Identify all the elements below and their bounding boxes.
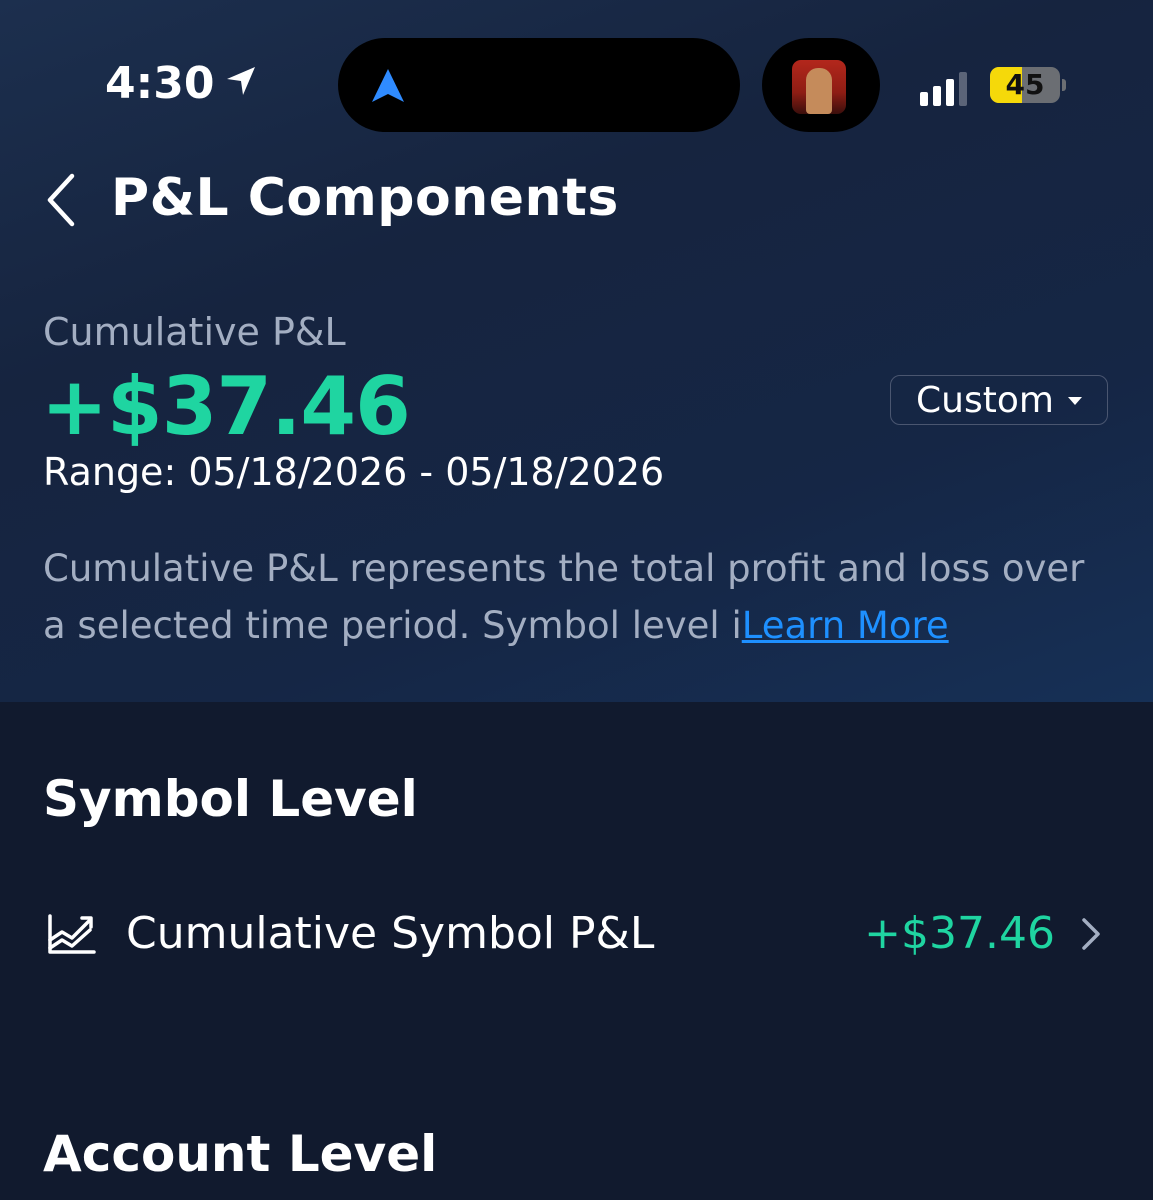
chevron-right-icon [1080, 916, 1102, 956]
cumulative-pnl-label: Cumulative P&L [43, 310, 346, 354]
back-button[interactable] [40, 170, 84, 230]
pnl-components-screen: 4:30 45 P&L Components Cumulative P&L +$… [0, 0, 1153, 1200]
now-playing-bubble[interactable] [762, 38, 880, 132]
caret-down-icon [1067, 397, 1082, 405]
symbol-level-heading: Symbol Level [43, 770, 418, 828]
battery-percent: 45 [1005, 68, 1045, 101]
account-level-heading: Account Level [43, 1125, 438, 1183]
location-arrow-icon [224, 58, 258, 109]
battery-icon: 45 [990, 67, 1066, 103]
status-time: 4:30 [105, 58, 258, 109]
date-range-text: Range: 05/18/2026 - 05/18/2026 [43, 450, 665, 494]
range-period-dropdown[interactable]: Custom [890, 375, 1108, 425]
summary-panel: 4:30 45 P&L Components Cumulative P&L +$… [0, 0, 1153, 702]
dynamic-island[interactable] [338, 38, 740, 132]
range-period-selected: Custom [916, 379, 1054, 421]
chevron-left-icon [47, 173, 75, 227]
navigation-arrow-icon [368, 66, 408, 110]
cellular-signal-icon [920, 72, 967, 106]
page-title: P&L Components [111, 168, 619, 228]
cumulative-symbol-pnl-value: +$37.46 [864, 908, 1055, 959]
cumulative-pnl-value: +$37.46 [41, 360, 411, 453]
pnl-description: Cumulative P&L represents the total prof… [43, 540, 1113, 654]
chart-trend-icon [46, 910, 98, 960]
learn-more-link[interactable]: Learn More [742, 604, 949, 647]
status-time-text: 4:30 [105, 58, 215, 109]
cumulative-symbol-pnl-label: Cumulative Symbol P&L [126, 908, 655, 959]
album-art-icon [792, 60, 846, 114]
cumulative-symbol-pnl-row[interactable]: Cumulative Symbol P&L +$37.46 [0, 880, 1153, 990]
